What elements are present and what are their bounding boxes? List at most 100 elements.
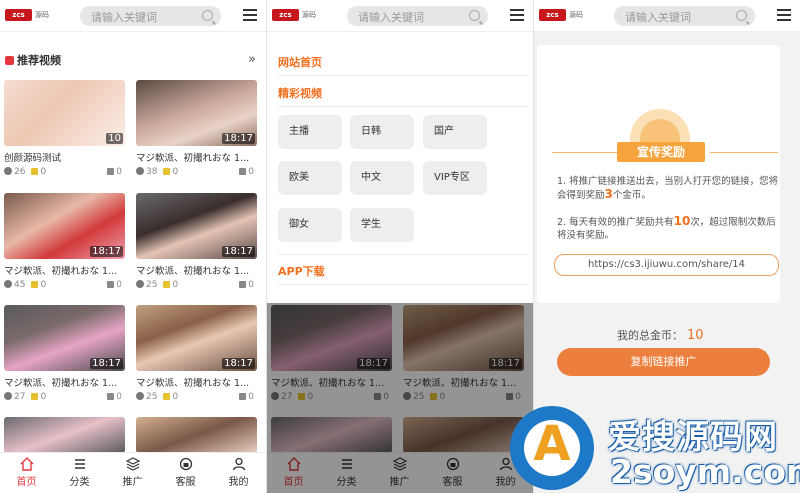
video-thumbnail[interactable]: [136, 417, 257, 453]
like-icon: [239, 168, 247, 175]
search-input[interactable]: 请输入关键词: [347, 6, 488, 26]
play-icon: [4, 280, 12, 288]
menu-featured[interactable]: 精彩视频: [278, 85, 322, 101]
menu-app-download[interactable]: APP下载: [278, 263, 325, 279]
dim-overlay[interactable]: [267, 303, 533, 493]
menu-home-link[interactable]: 网站首页: [278, 54, 322, 70]
tab-service[interactable]: 客服: [159, 457, 212, 488]
video-duration: 10: [106, 133, 123, 144]
video-card[interactable]: 10 创颜源码测试 26 0 0: [4, 80, 125, 179]
promo-banner: 宣传奖励: [617, 142, 705, 162]
video-title[interactable]: マジ軟派、初撮れおな 1...: [136, 263, 257, 277]
video-title[interactable]: マジ軟派、初撮れおな 1...: [4, 375, 125, 389]
category-chip[interactable]: 主播: [278, 115, 342, 149]
play-count: 25: [146, 392, 158, 402]
coin-icon: [163, 168, 171, 175]
ribbon-line-left: [552, 152, 620, 153]
copy-link-button[interactable]: 复制链接推广: [557, 348, 770, 376]
search-icon[interactable]: [469, 10, 480, 21]
video-stats: 27 0 0: [4, 392, 125, 404]
tab-label: 首页: [16, 477, 37, 488]
layers-icon: [125, 457, 140, 471]
video-thumbnail[interactable]: 18:17: [136, 193, 257, 259]
category-chip[interactable]: 中文: [350, 161, 414, 195]
like-icon: [107, 168, 115, 175]
user-icon: [232, 457, 245, 471]
video-duration: 18:17: [90, 246, 123, 257]
share-link-box[interactable]: https://cs3.ijiuwu.com/share/14: [554, 254, 779, 276]
video-title[interactable]: マジ軟派、初撮れおな 1...: [4, 263, 125, 277]
video-card[interactable]: 18:17 マジ軟派、初撮れおな 1... 25 0 0: [136, 305, 257, 404]
coin-count: 0: [40, 280, 47, 290]
tab-promote[interactable]: 推广: [106, 457, 159, 488]
video-title[interactable]: マジ軟派、初撮れおな 1...: [136, 150, 257, 164]
play-count: 27: [14, 392, 26, 402]
double-chevron-right-icon[interactable]: »: [248, 52, 256, 67]
menu-icon[interactable]: [777, 9, 791, 22]
menu-divider: [278, 284, 528, 285]
video-title[interactable]: 创颜源码测试: [4, 150, 125, 164]
category-chip[interactable]: 欧美: [278, 161, 342, 195]
menu-icon[interactable]: [243, 9, 257, 22]
video-duration: 18:17: [222, 246, 255, 257]
like-count: 0: [248, 280, 254, 290]
video-card[interactable]: [136, 417, 257, 453]
video-card[interactable]: 18:17 マジ軟派、初撮れおな 1... 27 0 0: [4, 305, 125, 404]
video-thumbnail[interactable]: [4, 417, 125, 453]
menu-divider: [278, 75, 528, 76]
menu-divider: [278, 254, 528, 255]
watermark-en: 2soym.com: [610, 452, 800, 491]
tab-category[interactable]: 分类: [53, 457, 106, 488]
thumbs-up-icon: [5, 56, 14, 65]
search-placeholder: 请输入关键词: [358, 11, 424, 24]
video-card[interactable]: 18:17 マジ軟派、初撮れおな 1... 45 0 0: [4, 193, 125, 292]
rule-1-text: 1. 将推广链接推送出去，当别人打开您的链接，您将会得到奖励: [557, 176, 779, 201]
category-chip[interactable]: 御女: [278, 208, 342, 242]
header: zcs 源码 请输入关键词: [267, 0, 533, 32]
category-chip[interactable]: 日韩: [350, 115, 414, 149]
video-card[interactable]: 18:17 マジ軟派、初撮れおな 1... 25 0 0: [136, 193, 257, 292]
play-icon: [136, 392, 144, 400]
menu-divider: [278, 106, 528, 107]
rule-1-number: 3: [604, 187, 613, 201]
tab-label: 分类: [69, 477, 90, 488]
search-icon[interactable]: [202, 10, 213, 21]
video-title[interactable]: マジ軟派、初撮れおな 1...: [136, 375, 257, 389]
site-logo[interactable]: zcs: [539, 9, 566, 21]
ribbon-line-right: [710, 152, 778, 153]
video-stats: 26 0 0: [4, 167, 125, 179]
total-coins: 我的总金币： 10: [617, 327, 704, 343]
category-chip[interactable]: 国产: [423, 115, 487, 149]
tab-label: 客服: [175, 477, 196, 488]
video-thumbnail[interactable]: 18:17: [136, 305, 257, 371]
search-placeholder: 请输入关键词: [91, 11, 157, 24]
tab-label: 推广: [122, 477, 143, 488]
tab-profile[interactable]: 我的: [212, 457, 265, 488]
video-duration: 18:17: [90, 358, 123, 369]
total-coins-value: 10: [687, 328, 704, 343]
video-thumbnail[interactable]: 18:17: [4, 193, 125, 259]
tab-home[interactable]: 首页: [0, 457, 53, 488]
play-count: 38: [146, 167, 158, 177]
video-card[interactable]: [4, 417, 125, 453]
video-thumbnail[interactable]: 18:17: [4, 305, 125, 371]
search-input[interactable]: 请输入关键词: [614, 6, 755, 26]
tab-bar: 首页 分类 推广 客服 我的: [0, 452, 266, 493]
like-icon: [239, 281, 247, 288]
search-icon[interactable]: [736, 10, 747, 21]
video-thumbnail[interactable]: 18:17: [136, 80, 257, 146]
promo-rule-2: 2. 每天有效的推广奖励共有10次，超过限制次数后将没有奖励。: [557, 215, 785, 242]
site-logo[interactable]: zcs: [272, 9, 299, 21]
video-card[interactable]: 18:17 マジ軟派、初撮れおな 1... 38 0 0: [136, 80, 257, 179]
like-icon: [239, 393, 247, 400]
video-thumbnail[interactable]: 10: [4, 80, 125, 146]
category-chip[interactable]: 学生: [350, 208, 414, 242]
search-input[interactable]: 请输入关键词: [80, 6, 221, 26]
like-count: 0: [116, 392, 122, 402]
menu-icon[interactable]: [510, 9, 524, 22]
coin-icon: [163, 281, 171, 288]
video-stats: 25 0 0: [136, 280, 257, 292]
site-logo[interactable]: zcs: [5, 9, 32, 21]
category-chip[interactable]: VIP专区: [423, 161, 487, 195]
coin-icon: [31, 281, 39, 288]
